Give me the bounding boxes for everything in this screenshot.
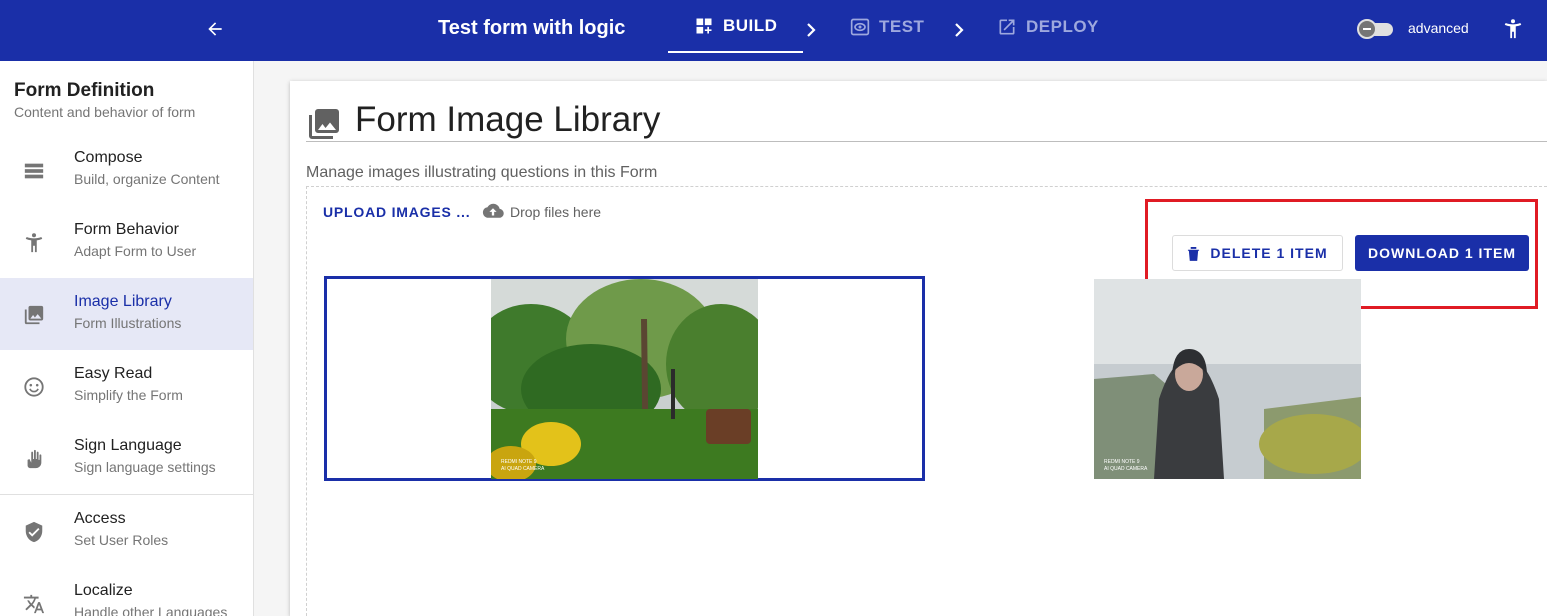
image-thumbnail[interactable]: REDMI NOTE 9 AI QUAD CAMERA xyxy=(1094,279,1361,479)
sidebar-item-desc: Form Illustrations xyxy=(74,315,182,331)
translate-icon xyxy=(23,594,45,614)
image-library-icon xyxy=(24,305,44,325)
smiley-icon xyxy=(24,377,44,397)
sidebar-item-label: Localize xyxy=(74,582,133,599)
sidebar-title: Form Definition xyxy=(14,80,155,101)
sidebar-item-desc: Adapt Form to User xyxy=(74,243,197,259)
svg-text:REDMI NOTE 9: REDMI NOTE 9 xyxy=(1104,459,1140,465)
page-title: Form Image Library xyxy=(355,100,661,139)
arrow-back-icon xyxy=(208,22,222,36)
sidebar-item-desc: Handle other Languages xyxy=(74,604,228,616)
sidebar-item-label: Form Behavior xyxy=(74,221,179,238)
build-icon xyxy=(696,18,712,33)
svg-text:AI QUAD CAMERA: AI QUAD CAMERA xyxy=(1104,466,1148,472)
sidebar-item-label: Compose xyxy=(74,149,143,166)
sidebar-item-access[interactable]: Access Set User Roles xyxy=(0,495,253,567)
page-description: Manage images illustrating questions in … xyxy=(306,164,658,181)
step-build-tab[interactable]: BUILD xyxy=(668,0,804,53)
sidebar-item-desc: Set User Roles xyxy=(74,532,169,548)
shield-icon xyxy=(25,521,43,543)
back-button[interactable] xyxy=(200,14,230,44)
sidebar-item-form-behavior[interactable]: Form Behavior Adapt Form to User xyxy=(0,206,253,278)
chevron-right-icon xyxy=(952,20,966,40)
step-deploy-tab[interactable]: DEPLOY xyxy=(997,0,1099,53)
sidebar-item-localize[interactable]: Localize Handle other Languages xyxy=(0,567,253,616)
sidebar-item-label: Image Library xyxy=(74,293,172,310)
sidebar-item-desc: Sign language settings xyxy=(74,459,216,475)
sidebar-item-easy-read[interactable]: Easy Read Simplify the Form xyxy=(0,350,253,422)
advanced-toggle-label: advanced xyxy=(1408,20,1469,36)
sidebar-item-sign-language[interactable]: Sign Language Sign language settings xyxy=(0,422,253,494)
sidebar-item-desc: Build, organize Content xyxy=(74,171,220,187)
form-title: Test form with logic xyxy=(438,17,626,39)
step-test-tab[interactable]: TEST xyxy=(850,0,924,53)
step-deploy-label: DEPLOY xyxy=(1026,16,1099,36)
sidebar-item-label: Easy Read xyxy=(74,365,153,382)
accessibility-icon xyxy=(25,233,43,253)
sidebar: Form Definition Content and behavior of … xyxy=(0,61,254,616)
image-library-icon xyxy=(309,109,339,139)
delete-items-label: DELETE 1 ITEM xyxy=(1210,245,1328,261)
drop-files-hint: Drop files here xyxy=(510,204,602,220)
title-divider xyxy=(306,141,1547,142)
sidebar-item-image-library[interactable]: Image Library Form Illustrations xyxy=(0,278,253,350)
delete-items-button[interactable]: DELETE 1 ITEM xyxy=(1172,235,1343,271)
sidebar-item-label: Access xyxy=(74,510,126,527)
sidebar-item-compose[interactable]: Compose Build, organize Content xyxy=(0,134,253,206)
trash-icon xyxy=(1188,246,1200,261)
sidebar-item-desc: Simplify the Form xyxy=(74,387,183,403)
sign-language-icon xyxy=(27,449,42,469)
upload-images-button[interactable]: UPLOAD IMAGES ... xyxy=(323,204,470,220)
download-items-button[interactable]: DOWNLOAD 1 ITEM xyxy=(1355,235,1529,271)
sidebar-subtitle: Content and behavior of form xyxy=(14,104,196,120)
compose-icon xyxy=(24,163,44,179)
open-in-new-icon xyxy=(999,19,1015,34)
step-build-label: BUILD xyxy=(723,15,778,35)
sidebar-item-label: Sign Language xyxy=(74,437,182,454)
image-thumbnail[interactable]: REDMI NOTE 9 AI QUAD CAMERA xyxy=(491,279,758,479)
accessibility-icon xyxy=(1504,19,1522,39)
advanced-toggle[interactable] xyxy=(1357,19,1395,39)
top-app-bar: Test form with logic BUILD TEST DEPLOY a… xyxy=(0,0,1547,61)
accessibility-button[interactable] xyxy=(1500,16,1526,42)
chevron-right-icon xyxy=(804,20,818,40)
cloud-upload-icon xyxy=(482,203,504,218)
eye-icon xyxy=(850,18,870,35)
step-test-label: TEST xyxy=(879,16,925,36)
svg-text:REDMI NOTE 9: REDMI NOTE 9 xyxy=(501,459,537,465)
svg-text:AI QUAD CAMERA: AI QUAD CAMERA xyxy=(501,466,545,472)
